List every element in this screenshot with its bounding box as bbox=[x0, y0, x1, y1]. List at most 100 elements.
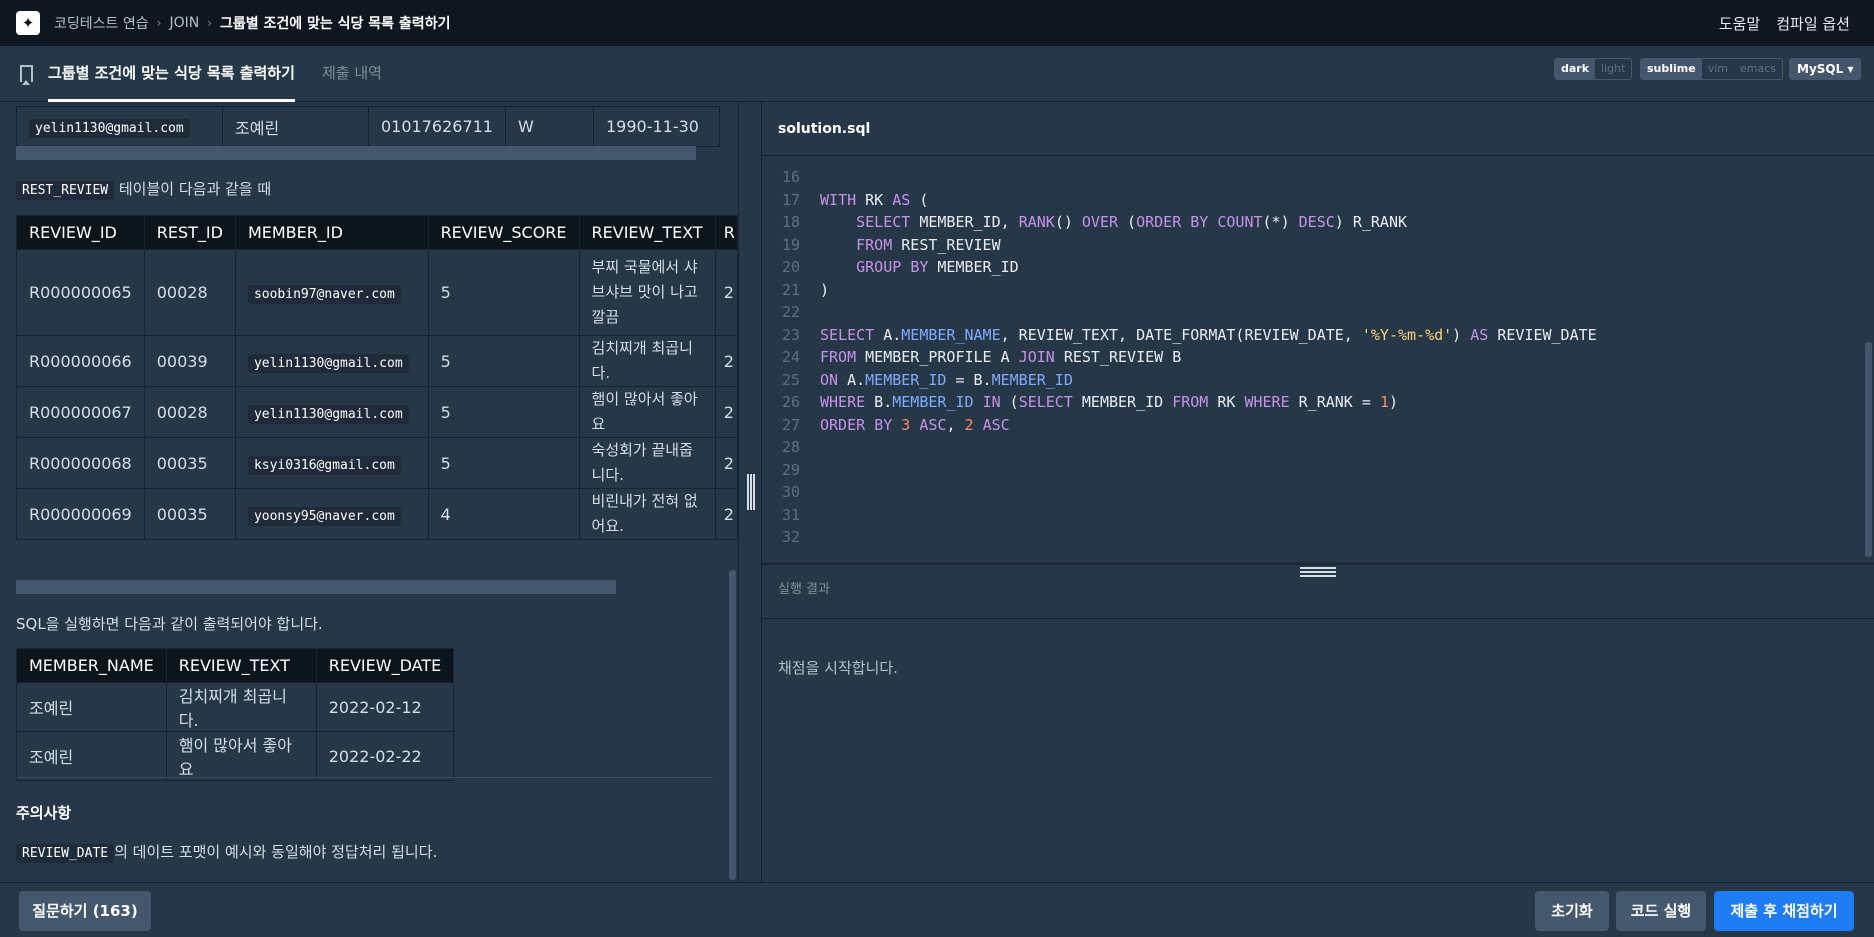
language-value: MySQL bbox=[1797, 62, 1844, 76]
result-message: 채점을 시작합니다. bbox=[778, 659, 898, 677]
code-line[interactable]: 32 bbox=[762, 526, 1874, 549]
code-line[interactable]: 26 WHERE B.MEMBER_ID IN (SELECT MEMBER_ID… bbox=[762, 391, 1874, 414]
code-editor[interactable]: solution.sql 16 17 WITH RK AS (18 SELECT M… bbox=[762, 102, 1874, 562]
table-header-row: MEMBER_NAME REVIEW_TEXT REVIEW_DATE bbox=[16, 648, 455, 683]
code-line[interactable]: 19 FROM REST_REVIEW bbox=[762, 234, 1874, 257]
member-profile-table: yelin1130@gmail.com 조예린 01017626711 W 19… bbox=[16, 106, 720, 147]
editor-scrollbar[interactable] bbox=[1865, 342, 1872, 557]
theme-light-button[interactable]: light bbox=[1595, 59, 1631, 79]
table-cell: 2 bbox=[714, 437, 738, 489]
line-number: 24 bbox=[781, 348, 800, 366]
table-cell: 비린내가 전혀 없어요. bbox=[578, 488, 716, 540]
code-line[interactable]: 28 bbox=[762, 436, 1874, 459]
code-line[interactable]: 21) bbox=[762, 279, 1874, 302]
keymap-vim-button[interactable]: vim bbox=[1702, 59, 1734, 79]
breadcrumb-coding-test[interactable]: 코딩테스트 연습 bbox=[54, 13, 149, 33]
help-link[interactable]: 도움말 bbox=[1719, 13, 1760, 34]
table-cell: R000000069 bbox=[16, 488, 145, 540]
tab-problem[interactable]: 그룹별 조건에 맞는 식당 목록 출력하기 bbox=[48, 46, 295, 102]
code-line[interactable]: 29 bbox=[762, 459, 1874, 482]
table-cell: R000000067 bbox=[16, 386, 145, 438]
code-text: SELECT A.MEMBER_NAME, REVIEW_TEXT, DATE_… bbox=[820, 325, 1597, 344]
line-number: 25 bbox=[781, 370, 800, 389]
column-header: R bbox=[714, 215, 738, 250]
table-cell: 00035 bbox=[143, 437, 236, 489]
code-text: SELECT MEMBER_ID, RANK() OVER (ORDER BY … bbox=[856, 213, 1408, 231]
code-text: WHERE B.MEMBER_ID IN (SELECT MEMBER_ID F… bbox=[820, 393, 1398, 411]
line-number: 29 bbox=[781, 460, 800, 479]
table-cell: 2 bbox=[714, 335, 738, 387]
vertical-scrollbar[interactable] bbox=[729, 570, 736, 880]
code-line[interactable]: 30 bbox=[762, 481, 1874, 504]
table-cell: 00035 bbox=[143, 488, 236, 540]
horizontal-scrollbar[interactable] bbox=[16, 146, 696, 160]
column-header: REVIEW_TEXT bbox=[578, 215, 716, 250]
code-line[interactable]: 25 ON A.MEMBER_ID = B.MEMBER_ID bbox=[762, 369, 1874, 392]
code-line[interactable]: 22 bbox=[762, 301, 1874, 324]
line-number: 23 bbox=[781, 325, 800, 344]
code-line[interactable]: 18 SELECT MEMBER_ID, RANK() OVER (ORDER … bbox=[762, 211, 1874, 234]
breadcrumb-join[interactable]: JOIN bbox=[169, 15, 199, 31]
column-header: REVIEW_ID bbox=[16, 215, 145, 250]
reset-button[interactable]: 초기화 bbox=[1535, 891, 1609, 931]
problem-description: yelin1130@gmail.com 조예린 01017626711 W 19… bbox=[0, 102, 738, 882]
tab-submissions[interactable]: 제출 내역 bbox=[322, 46, 382, 102]
submit-button[interactable]: 제출 후 채점하기 bbox=[1714, 891, 1854, 931]
code-area[interactable]: 16 17 WITH RK AS (18 SELECT MEMBER_ID, RAN… bbox=[762, 166, 1874, 549]
table-cell: 김치찌개 최곱니다. bbox=[578, 335, 716, 387]
editor-filename: solution.sql bbox=[762, 102, 1874, 156]
line-number: 20 bbox=[781, 258, 800, 276]
code-line[interactable]: 31 bbox=[762, 504, 1874, 527]
table-row: yelin1130@gmail.com 조예린 01017626711 W 19… bbox=[16, 106, 720, 147]
code-line[interactable]: 27 ORDER BY 3 ASC, 2 ASC bbox=[762, 414, 1874, 437]
member-id-chip: ksyi0316@gmail.com bbox=[247, 455, 401, 475]
table-row: R000000065 00028 soobin97@naver.com 5 부찌 국물에… bbox=[16, 249, 738, 336]
compile-options-link[interactable]: 컴파일 옵션 bbox=[1776, 13, 1850, 34]
table-row: R000000066 00039 yelin1130@gmail.com 5 김치찌개 … bbox=[16, 335, 738, 387]
code-line[interactable]: 17 WITH RK AS ( bbox=[762, 189, 1874, 212]
table-cell: 김치찌개 최곱니다. bbox=[165, 682, 317, 732]
column-header: MEMBER_ID bbox=[234, 215, 429, 250]
keymap-emacs-button[interactable]: emacs bbox=[1734, 59, 1782, 79]
member-id-chip: yelin1130@gmail.com bbox=[247, 353, 409, 373]
resize-handle-icon[interactable] bbox=[747, 474, 755, 510]
table-cell: yelin1130@gmail.com bbox=[234, 335, 429, 387]
code-line[interactable]: 16 bbox=[762, 166, 1874, 189]
language-select[interactable]: MySQL ▾ bbox=[1789, 58, 1862, 80]
table-cell: 01017626711 bbox=[368, 106, 506, 147]
review-date-chip: REVIEW_DATE bbox=[16, 844, 115, 863]
line-number: 18 bbox=[781, 213, 800, 231]
bookmark-icon[interactable] bbox=[20, 65, 33, 85]
line-number: 32 bbox=[781, 528, 800, 546]
keymap-sublime-button[interactable]: sublime bbox=[1641, 59, 1702, 79]
notes-title: 주의사항 bbox=[16, 804, 72, 822]
line-number: 22 bbox=[781, 303, 800, 321]
horizontal-scrollbar[interactable] bbox=[16, 580, 616, 594]
table-cell: ksyi0316@gmail.com bbox=[234, 437, 429, 489]
code-line[interactable]: 23 SELECT A.MEMBER_NAME, REVIEW_TEXT, DAT… bbox=[762, 324, 1874, 347]
member-id-chip: yoonsy95@naver.com bbox=[247, 506, 401, 526]
line-number: 27 bbox=[781, 415, 800, 434]
breadcrumb-current: 그룹별 조건에 맞는 식당 목록 출력하기 bbox=[220, 16, 451, 32]
ask-question-button[interactable]: 질문하기 (163) bbox=[19, 891, 151, 931]
table-cell: 2022-02-22 bbox=[315, 731, 455, 781]
code-line[interactable]: 24 FROM MEMBER_PROFILE A JOIN REST_REVIEW… bbox=[762, 346, 1874, 369]
table-cell: 2 bbox=[714, 488, 738, 540]
theme-dark-button[interactable]: dark bbox=[1555, 59, 1596, 79]
breadcrumb: 코딩테스트 연습 › JOIN › 그룹별 조건에 맞는 식당 목록 출력하기 bbox=[54, 13, 450, 33]
run-code-button[interactable]: 코드 실행 bbox=[1616, 891, 1706, 931]
programmers-logo-icon[interactable]: ✦ bbox=[16, 11, 40, 35]
table-cell: R000000065 bbox=[16, 249, 145, 336]
result-resize-handle-icon[interactable] bbox=[1300, 567, 1336, 577]
table-cell: W bbox=[504, 106, 594, 147]
panel-splitter[interactable] bbox=[738, 102, 762, 882]
line-number: 28 bbox=[781, 438, 800, 456]
code-line[interactable]: 20 GROUP BY MEMBER_ID bbox=[762, 256, 1874, 279]
notes-text: REVIEW_DATE 의 데이트 포맷이 예시와 동일해야 정답처리 됩니다. bbox=[16, 841, 437, 863]
table-cell: 00039 bbox=[143, 335, 236, 387]
code-text: FROM MEMBER_PROFILE A JOIN REST_REVIEW B bbox=[820, 348, 1182, 366]
